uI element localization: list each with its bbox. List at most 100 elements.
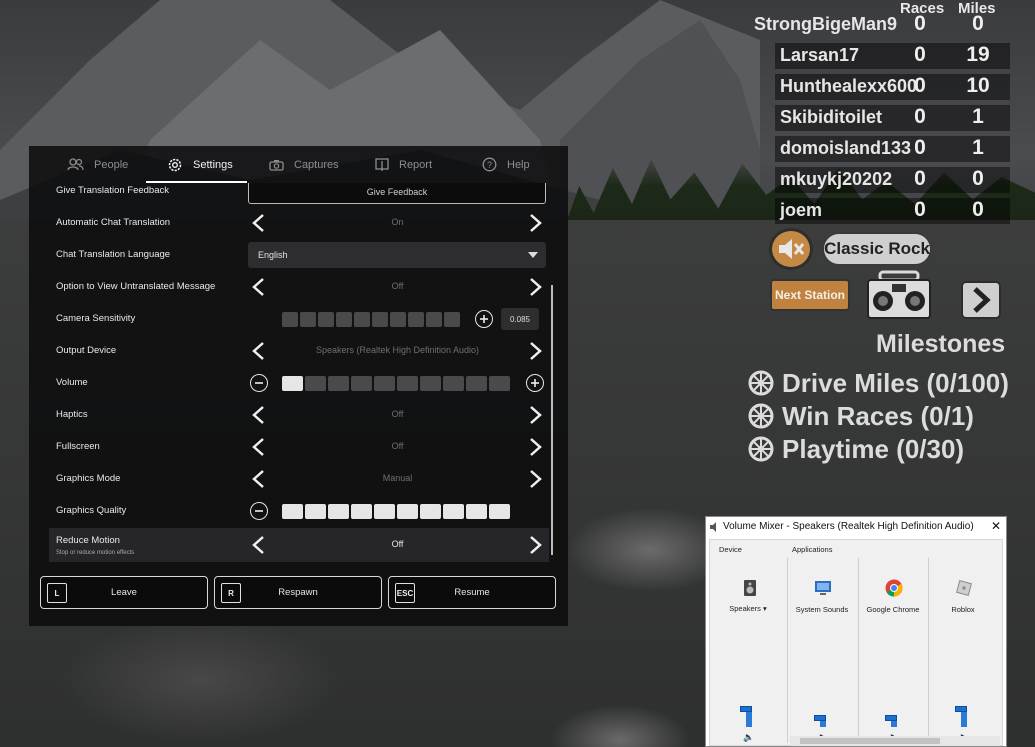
player-races: 0 xyxy=(914,12,926,35)
milestone-item: Win Races (0/1) xyxy=(748,401,974,431)
wheel-icon xyxy=(748,403,774,429)
volume-mixer-window: Volume Mixer - Speakers (Realtek High De… xyxy=(705,516,1007,747)
player-miles: 1 xyxy=(972,105,984,128)
decrease-button[interactable] xyxy=(250,374,268,392)
menu-tabs: People Settings Captures Report ? Help xyxy=(29,146,568,183)
chevron-right-icon[interactable] xyxy=(526,213,544,233)
player-name: StrongBigeMan9 xyxy=(754,14,898,34)
setting-value: Off xyxy=(391,409,404,419)
setting-value: Off xyxy=(391,441,404,451)
chevron-right-icon[interactable] xyxy=(526,535,544,555)
give-feedback-button[interactable]: Give Feedback xyxy=(248,183,546,204)
mixer-channel-google-chrome: Google Chrome 🔈 xyxy=(859,557,927,745)
tab-settings[interactable]: Settings xyxy=(167,146,233,183)
speaker-muted-icon xyxy=(779,239,805,259)
decrease-button[interactable] xyxy=(250,502,268,520)
chevron-left-icon[interactable] xyxy=(250,469,268,489)
chevron-left-icon[interactable] xyxy=(250,535,268,555)
camera-sensitivity-input[interactable]: 0.085 xyxy=(501,308,539,330)
svg-text:?: ? xyxy=(487,160,492,170)
setting-row-auto-translate: Automatic Chat Translation On xyxy=(49,207,549,239)
language-dropdown[interactable]: English xyxy=(248,242,546,268)
milestone-label: Playtime (0/30) xyxy=(782,433,965,464)
chevron-right-icon[interactable] xyxy=(526,437,544,457)
player-races: 0 xyxy=(914,43,926,66)
camera-sensitivity-slider[interactable] xyxy=(282,312,460,327)
volume-thumb[interactable] xyxy=(885,715,897,721)
setting-label: Automatic Chat Translation xyxy=(56,217,171,228)
setting-value: Off xyxy=(391,281,404,291)
scroll-thumb[interactable] xyxy=(800,738,940,744)
volume-track[interactable] xyxy=(746,637,752,727)
chevron-left-icon[interactable] xyxy=(250,277,268,297)
dropdown-value: English xyxy=(258,250,288,260)
mute-radio-button[interactable] xyxy=(769,228,813,270)
menu-footer: L Leave R Respawn ESC Resume xyxy=(40,576,557,609)
next-station-button[interactable]: Next Station xyxy=(770,279,850,311)
volume-slider[interactable] xyxy=(282,376,510,391)
volume-track[interactable] xyxy=(891,637,897,727)
chevron-right-icon[interactable] xyxy=(526,469,544,489)
resume-button[interactable]: ESC Resume xyxy=(388,576,556,609)
increase-button[interactable] xyxy=(526,374,544,392)
close-button[interactable]: ✕ xyxy=(991,519,1001,533)
mixer-channel-system-sounds: System Sounds 🔈 xyxy=(788,557,856,745)
leaderboard-row: joem 0 0 xyxy=(745,196,1035,226)
volume-track[interactable] xyxy=(961,637,967,727)
system-sounds-icon xyxy=(815,581,831,595)
volume-track[interactable] xyxy=(820,637,826,727)
mixer-body: Device Applications Speakers ▾ 🔈 System … xyxy=(709,539,1003,746)
tab-label: Settings xyxy=(193,158,233,171)
tab-report[interactable]: Report xyxy=(375,146,432,183)
chevron-right-icon[interactable] xyxy=(526,341,544,361)
setting-row-fullscreen: Fullscreen Off xyxy=(49,431,549,463)
setting-row-untranslated: Option to View Untranslated Message Off xyxy=(49,271,549,303)
tab-people[interactable]: People xyxy=(67,146,128,183)
player-miles: 0 xyxy=(972,167,984,190)
speaker-mute-icon[interactable]: 🔈 xyxy=(743,732,754,743)
boombox-icon[interactable] xyxy=(866,270,932,320)
graphics-quality-slider[interactable] xyxy=(282,504,510,519)
chevron-right-icon xyxy=(973,287,991,313)
leaderboard-row: Hunthealexx600 0 10 xyxy=(745,72,1035,102)
mixer-horizontal-scrollbar[interactable] xyxy=(790,736,1000,746)
player-name: Skibiditoilet xyxy=(780,107,883,127)
next-button[interactable] xyxy=(961,281,1001,319)
people-icon xyxy=(67,158,84,171)
chevron-right-icon[interactable] xyxy=(526,277,544,297)
caret-down-icon xyxy=(528,252,538,258)
mixer-channel-roblox: Roblox 🔈 xyxy=(929,557,997,745)
chevron-right-icon[interactable] xyxy=(526,405,544,425)
setting-row-reduce-motion[interactable]: Reduce Motion Stop or reduce motion effe… xyxy=(49,528,549,562)
volume-thumb[interactable] xyxy=(814,715,826,721)
player-races: 0 xyxy=(914,105,926,128)
chrome-icon xyxy=(885,579,903,597)
flag-icon xyxy=(375,157,389,171)
milestone-label: Win Races (0/1) xyxy=(782,400,974,431)
gear-icon xyxy=(168,158,182,171)
increase-button[interactable] xyxy=(475,310,493,328)
chevron-left-icon[interactable] xyxy=(250,213,268,233)
tab-captures[interactable]: Captures xyxy=(269,146,339,183)
volume-thumb[interactable] xyxy=(740,706,752,712)
channel-name[interactable]: Speakers ▾ xyxy=(714,604,782,613)
player-races: 0 xyxy=(914,198,926,221)
channel-name: Google Chrome xyxy=(866,605,920,614)
settings-scrollbar[interactable] xyxy=(551,285,553,555)
setting-row-haptics: Haptics Off xyxy=(49,399,549,431)
chevron-left-icon[interactable] xyxy=(250,341,268,361)
setting-row-translate-language: Chat Translation Language English xyxy=(49,239,549,271)
milestones-title: Milestones xyxy=(876,330,1006,358)
respawn-button[interactable]: R Respawn xyxy=(214,576,382,609)
leaderboard: Races Miles StrongBigeMan9 0 0 Larsan17 … xyxy=(745,0,1035,225)
camera-icon xyxy=(269,159,284,171)
volume-thumb[interactable] xyxy=(955,706,967,712)
mixer-channel-speakers: Speakers ▾ 🔈 xyxy=(714,557,782,745)
setting-row-graphics-mode: Graphics Mode Manual xyxy=(49,463,549,495)
chevron-left-icon[interactable] xyxy=(250,405,268,425)
leave-button[interactable]: L Leave xyxy=(40,576,208,609)
chevron-left-icon[interactable] xyxy=(250,437,268,457)
tab-help[interactable]: ? Help xyxy=(482,146,530,183)
plus-icon xyxy=(480,315,488,323)
player-name: domoisland133 xyxy=(780,138,912,158)
